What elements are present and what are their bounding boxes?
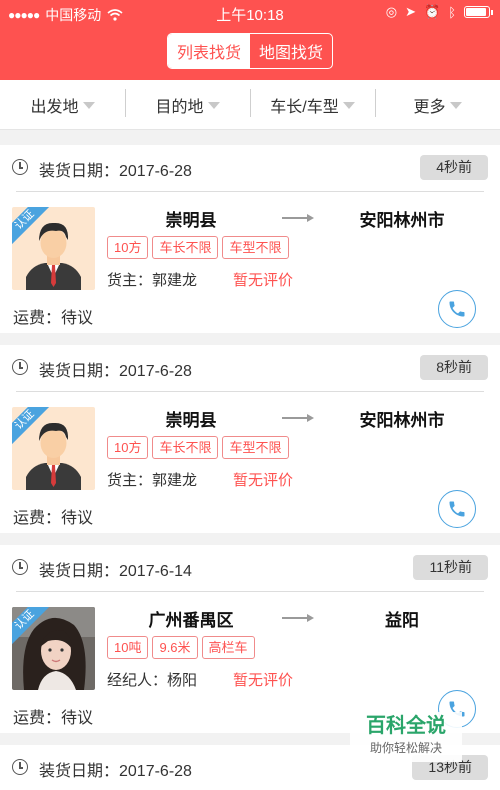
destination-city: 安阳林州市 <box>359 411 445 430</box>
origin-city: 广州番禺区 <box>148 611 234 630</box>
posted-ago-badge: 4秒前 <box>420 155 488 180</box>
caret-down-icon <box>342 102 355 109</box>
filter-destination[interactable]: 目的地 <box>125 88 250 117</box>
status-icons: ◎ ➤ ⏰ ᛒ <box>385 4 493 20</box>
tag-volume: 10方 <box>107 236 149 259</box>
caret-down-icon <box>449 102 462 109</box>
divider <box>16 391 484 392</box>
posted-ago-badge: 11秒前 <box>413 555 488 580</box>
alarm-icon: ⏰ <box>424 4 441 19</box>
call-button[interactable] <box>438 490 476 528</box>
broker-name: 经纪人：杨阳 <box>107 672 198 689</box>
caret-down-icon <box>207 102 220 109</box>
location-icon: ➤ <box>405 4 416 19</box>
route-arrow-icon <box>282 414 314 422</box>
origin-city: 崇明县 <box>165 411 217 430</box>
rotation-lock-icon: ◎ <box>385 4 398 19</box>
route-arrow-icon <box>282 214 314 222</box>
posted-ago-badge: 8秒前 <box>420 355 488 380</box>
freight-fee: 运费：待议 <box>13 310 94 327</box>
freight-fee: 运费：待议 <box>13 510 94 527</box>
tab-list-search[interactable]: 列表找货 <box>168 34 250 68</box>
clock-icon <box>12 559 28 575</box>
divider <box>16 191 484 192</box>
cargo-tags: 10方 车长不限 车型不限 <box>107 236 289 259</box>
app-header: ●●●●● 中国移动 上午10:18 ◎ ➤ ⏰ ᛒ 列表找货 地图找货 <box>0 0 500 80</box>
tab-map-search[interactable]: 地图找货 <box>250 34 332 68</box>
filter-more[interactable]: 更多 <box>375 88 500 117</box>
watermark-title: 百科全说 <box>366 715 446 737</box>
tag-weight: 10吨 <box>107 636 149 659</box>
cargo-card[interactable]: 装货日期：2017-6-14 11秒前 认证 广州番禺区 益阳 10吨 9.6米… <box>0 545 500 733</box>
loading-date: 装货日期：2017-6-14 <box>39 563 192 580</box>
shipper-name: 货主：郭建龙 <box>107 272 198 289</box>
watermark-logo: 百科全说 助你轻松解决 <box>350 712 462 762</box>
avatar[interactable]: 认证 <box>12 407 95 490</box>
card-date-row: 装货日期：2017-6-28 4秒前 <box>0 145 500 189</box>
cargo-card[interactable]: 装货日期：2017-6-28 8秒前 认证 崇明县 安阳林州市 10方 车长不限… <box>0 345 500 533</box>
call-button[interactable] <box>438 290 476 328</box>
card-date-row: 装货日期：2017-6-28 8秒前 <box>0 345 500 389</box>
tag-vehicle-length: 车长不限 <box>152 436 219 459</box>
filter-origin-label: 出发地 <box>30 98 79 116</box>
clock-icon <box>12 359 28 375</box>
phone-icon <box>449 301 465 317</box>
divider <box>16 591 484 592</box>
tag-vehicle-type: 高栏车 <box>201 636 255 659</box>
rating-text: 暂无评价 <box>233 672 294 689</box>
tag-volume: 10方 <box>107 436 149 459</box>
tag-vehicle-type: 车型不限 <box>222 436 289 459</box>
rating-text: 暂无评价 <box>233 272 294 289</box>
filter-origin[interactable]: 出发地 <box>0 93 125 117</box>
tag-vehicle-length: 9.6米 <box>152 636 198 659</box>
phone-icon <box>449 501 465 517</box>
loading-date: 装货日期：2017-6-28 <box>39 363 192 380</box>
bluetooth-icon: ᛒ <box>448 4 456 20</box>
clock-icon <box>12 759 28 775</box>
cargo-card[interactable]: 装货日期：2017-6-28 4秒前 认证 崇明县 安阳林州市 10方 车长不限… <box>0 145 500 333</box>
cargo-tags: 10方 车长不限 车型不限 <box>107 436 289 459</box>
avatar[interactable]: 认证 <box>12 607 95 690</box>
filter-destination-label: 目的地 <box>155 98 204 116</box>
destination-city: 安阳林州市 <box>359 211 445 230</box>
loading-date: 装货日期：2017-6-28 <box>39 763 192 780</box>
tag-vehicle-length: 车长不限 <box>152 236 219 259</box>
route-arrow-icon <box>282 614 314 622</box>
origin-city: 崇明县 <box>165 211 217 230</box>
battery-icon <box>464 6 493 18</box>
filter-bar: 出发地 目的地 车长/车型 更多 <box>0 80 500 130</box>
clock-icon <box>12 159 28 175</box>
destination-city: 益阳 <box>385 611 419 630</box>
filter-vehicle[interactable]: 车长/车型 <box>250 88 375 117</box>
cargo-tags: 10吨 9.6米 高栏车 <box>107 636 255 659</box>
freight-fee: 运费：待议 <box>13 710 94 727</box>
filter-more-label: 更多 <box>413 98 446 116</box>
status-bar: ●●●●● 中国移动 上午10:18 ◎ ➤ ⏰ ᛒ <box>0 0 500 26</box>
caret-down-icon <box>82 102 95 109</box>
view-segment-control: 列表找货 地图找货 <box>167 33 333 69</box>
watermark-subtitle: 助你轻松解决 <box>369 741 442 755</box>
rating-text: 暂无评价 <box>233 472 294 489</box>
avatar[interactable]: 认证 <box>12 207 95 290</box>
filter-vehicle-label: 车长/车型 <box>270 98 339 116</box>
shipper-name: 货主：郭建龙 <box>107 472 198 489</box>
card-date-row: 装货日期：2017-6-14 11秒前 <box>0 545 500 589</box>
loading-date: 装货日期：2017-6-28 <box>39 163 192 180</box>
tag-vehicle-type: 车型不限 <box>222 236 289 259</box>
